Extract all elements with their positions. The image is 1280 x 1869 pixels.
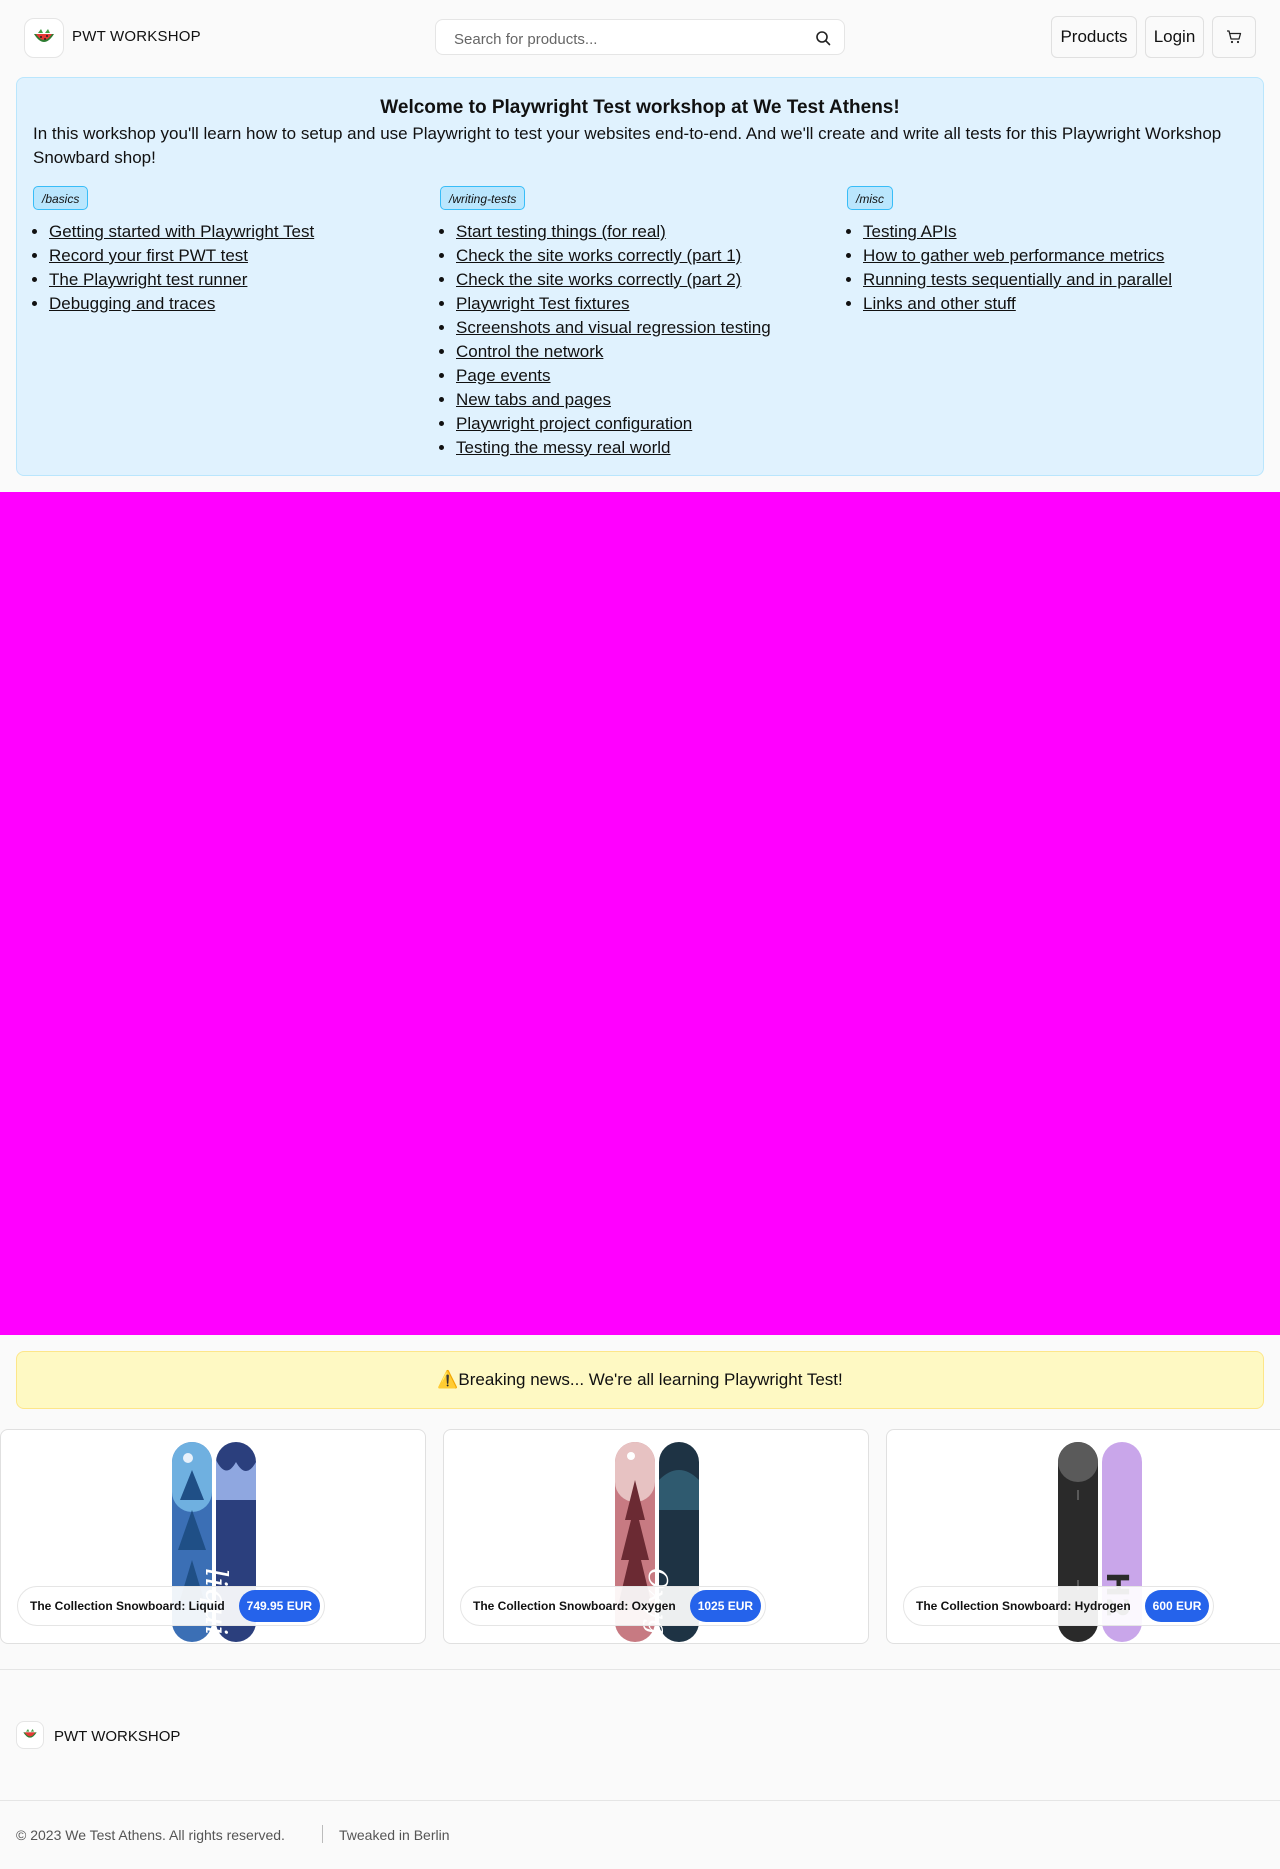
login-nav-button[interactable]: Login (1145, 16, 1204, 58)
list-item: Running tests sequentially and in parall… (863, 268, 1237, 292)
list-item: The Playwright test runner (49, 268, 423, 292)
footer-divider (0, 1669, 1280, 1670)
product-name[interactable]: The Collection Snowboard: Liquid (30, 1599, 225, 1613)
lesson-link[interactable]: Getting started with Playwright Test (49, 222, 314, 241)
product-card[interactable]: liquid The Collection Snowboard: Liquid … (0, 1429, 426, 1644)
lesson-link[interactable]: Testing APIs (863, 222, 957, 241)
lesson-link[interactable]: Control the network (456, 342, 603, 361)
lesson-list: Testing APIs How to gather web performan… (847, 220, 1237, 316)
breaking-news-banner: ⚠️ Breaking news... We're all learning P… (16, 1351, 1264, 1409)
lesson-link[interactable]: Running tests sequentially and in parall… (863, 270, 1172, 289)
list-item: Playwright Test fixtures (456, 292, 830, 316)
lesson-link[interactable]: How to gather web performance metrics (863, 246, 1164, 265)
list-item: Start testing things (for real) (456, 220, 830, 244)
lesson-link[interactable]: Playwright Test fixtures (456, 294, 630, 313)
lesson-link[interactable]: Page events (456, 366, 551, 385)
footer-divider (0, 1800, 1280, 1801)
home-logo-link[interactable] (24, 18, 64, 58)
welcome-panel: Welcome to Playwright Test workshop at W… (16, 77, 1264, 476)
product-info-pill: The Collection Snowboard: Liquid 749.95 … (17, 1586, 326, 1626)
list-item: How to gather web performance metrics (863, 244, 1237, 268)
list-item: Control the network (456, 340, 830, 364)
brand-name[interactable]: PWT WORKSHOP (72, 28, 201, 45)
list-item: Getting started with Playwright Test (49, 220, 423, 244)
copyright-text: © 2023 We Test Athens. All rights reserv… (16, 1827, 285, 1843)
price-badge: 1025 EUR (689, 1590, 762, 1622)
product-card[interactable]: H2 The Collection Snowboard: Hydrogen 60… (886, 1429, 1280, 1644)
lesson-link[interactable]: Check the site works correctly (part 1) (456, 246, 741, 265)
lesson-column-misc: /misc Testing APIs How to gather web per… (847, 186, 1237, 316)
lesson-link[interactable]: Start testing things (for real) (456, 222, 666, 241)
lesson-list: Start testing things (for real) Check th… (440, 220, 830, 460)
products-nav-button[interactable]: Products (1051, 16, 1137, 58)
list-item: Screenshots and visual regression testin… (456, 316, 830, 340)
list-item: New tabs and pages (456, 388, 830, 412)
news-text: Breaking news... We're all learning Play… (458, 1370, 843, 1389)
watermelon-logo-icon (34, 29, 54, 42)
welcome-intro: In this workshop you'll learn how to set… (33, 124, 1222, 167)
list-item: Check the site works correctly (part 1) (456, 244, 830, 268)
lesson-link[interactable]: New tabs and pages (456, 390, 611, 409)
lesson-link[interactable]: Screenshots and visual regression testin… (456, 318, 771, 337)
list-item: Playwright project configuration (456, 412, 830, 436)
product-name[interactable]: The Collection Snowboard: Oxygen (473, 1599, 676, 1613)
watermelon-logo-icon (23, 1729, 37, 1738)
lesson-link[interactable]: The Playwright test runner (49, 270, 247, 289)
list-item: Testing APIs (863, 220, 1237, 244)
lesson-link[interactable]: Playwright project configuration (456, 414, 692, 433)
site-header: PWT WORKSHOP Products Login (0, 0, 1280, 76)
section-tag: /misc (847, 186, 893, 210)
section-tag: /basics (33, 186, 89, 210)
product-info-pill: The Collection Snowboard: Oxygen 1025 EU… (460, 1586, 767, 1626)
product-name[interactable]: The Collection Snowboard: Hydrogen (916, 1599, 1131, 1613)
lesson-link[interactable]: Check the site works correctly (part 2) (456, 270, 741, 289)
welcome-title: Welcome to Playwright Test workshop at W… (380, 97, 900, 118)
cart-button[interactable] (1212, 16, 1256, 58)
footer-separator (322, 1825, 323, 1843)
price-badge: 600 EUR (1144, 1590, 1210, 1622)
search-icon[interactable] (814, 29, 832, 47)
product-info-pill: The Collection Snowboard: Hydrogen 600 E… (903, 1586, 1215, 1626)
list-item: Links and other stuff (863, 292, 1237, 316)
product-card[interactable]: Oxygen The Collection Snowboard: Oxygen … (443, 1429, 869, 1644)
list-item: Check the site works correctly (part 2) (456, 268, 830, 292)
search-box[interactable] (435, 19, 845, 55)
lesson-list: Getting started with Playwright Test Rec… (33, 220, 423, 316)
list-item: Testing the messy real world (456, 436, 830, 460)
list-item: Page events (456, 364, 830, 388)
lesson-link[interactable]: Debugging and traces (49, 294, 215, 313)
lesson-link[interactable]: Links and other stuff (863, 294, 1016, 313)
footer-logo-link[interactable] (16, 1721, 44, 1749)
price-badge: 749.95 EUR (238, 1590, 321, 1622)
footer-brand[interactable]: PWT WORKSHOP (54, 1728, 180, 1745)
lesson-link[interactable]: Record your first PWT test (49, 246, 248, 265)
list-item: Debugging and traces (49, 292, 423, 316)
hero-banner (0, 492, 1280, 1335)
lesson-column-writing-tests: /writing-tests Start testing things (for… (440, 186, 830, 460)
cart-icon (1227, 30, 1242, 44)
warning-icon: ⚠️ (437, 1370, 459, 1389)
lesson-link[interactable]: Testing the messy real world (456, 438, 670, 457)
search-input[interactable] (452, 27, 796, 51)
tweaked-text: Tweaked in Berlin (339, 1827, 450, 1843)
lesson-column-basics: /basics Getting started with Playwright … (33, 186, 423, 316)
list-item: Record your first PWT test (49, 244, 423, 268)
section-tag: /writing-tests (440, 186, 526, 210)
